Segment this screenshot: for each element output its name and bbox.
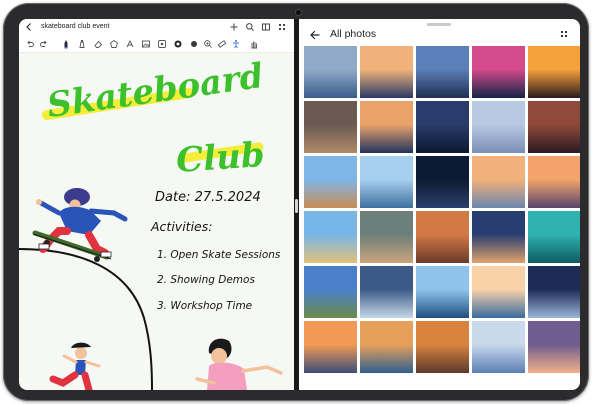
photo-thumbnail[interactable] <box>416 321 469 373</box>
gallery-pane: All photos <box>299 19 580 390</box>
photo-thumbnail[interactable] <box>360 46 413 98</box>
photo-thumbnail[interactable] <box>528 101 580 153</box>
tablet-frame: skateboard club event Skateboard Club Da… <box>3 3 589 401</box>
photo-thumbnail[interactable] <box>528 266 580 318</box>
marker-icon[interactable] <box>77 39 87 49</box>
photo-thumbnail[interactable] <box>416 266 469 318</box>
color-icon[interactable] <box>173 39 183 49</box>
layout-icon[interactable] <box>261 22 271 32</box>
photo-thumbnail[interactable] <box>360 101 413 153</box>
runner-illustration <box>49 342 101 390</box>
photo-thumbnail[interactable] <box>528 321 580 373</box>
zoom-icon[interactable] <box>203 39 213 49</box>
photo-thumbnail[interactable] <box>472 156 525 208</box>
redo-icon[interactable] <box>39 39 49 49</box>
photo-thumbnail[interactable] <box>416 46 469 98</box>
note-title: skateboard club event <box>41 23 110 30</box>
photo-grid <box>299 46 580 390</box>
heading-skateboard: Skateboard <box>45 56 266 126</box>
photo-thumbnail[interactable] <box>472 211 525 263</box>
date-line: Date: 27.5.2024 <box>155 190 261 205</box>
search-icon[interactable] <box>245 22 255 32</box>
notes-header: skateboard club event <box>19 19 294 36</box>
screen: skateboard club event Skateboard Club Da… <box>19 19 580 390</box>
photo-thumbnail[interactable] <box>304 101 357 153</box>
activities-label: Activities: <box>150 219 212 234</box>
undo-icon[interactable] <box>25 39 35 49</box>
note-canvas[interactable]: Skateboard Club Date: 27.5.2024 Activiti… <box>19 53 294 390</box>
photo-thumbnail[interactable] <box>304 321 357 373</box>
lasso-icon[interactable] <box>109 39 119 49</box>
album-title: All photos <box>330 28 377 40</box>
photo-thumbnail[interactable] <box>360 266 413 318</box>
photo-thumbnail[interactable] <box>472 321 525 373</box>
image-icon[interactable] <box>141 39 151 49</box>
accessibility-icon[interactable] <box>231 39 241 49</box>
palm-icon[interactable] <box>249 39 259 49</box>
more-icon[interactable] <box>277 22 287 32</box>
photo-thumbnail[interactable] <box>304 46 357 98</box>
photo-thumbnail[interactable] <box>472 101 525 153</box>
ruler-icon[interactable] <box>217 39 227 49</box>
photo-thumbnail[interactable] <box>416 101 469 153</box>
photo-thumbnail[interactable] <box>416 211 469 263</box>
photo-thumbnail[interactable] <box>360 321 413 373</box>
back-icon[interactable] <box>309 29 321 41</box>
add-icon[interactable] <box>229 22 239 32</box>
photo-thumbnail[interactable] <box>304 211 357 263</box>
sitter-illustration <box>195 338 283 390</box>
activity-item-3: 3. Workshop Time <box>157 300 252 312</box>
photo-thumbnail[interactable] <box>528 211 580 263</box>
shape-icon[interactable] <box>125 39 135 49</box>
notes-pane: skateboard club event Skateboard Club Da… <box>19 19 294 390</box>
photo-thumbnail[interactable] <box>528 156 580 208</box>
more-icon[interactable] <box>559 29 569 39</box>
sticker-icon[interactable] <box>157 39 167 49</box>
photo-thumbnail[interactable] <box>472 266 525 318</box>
heading-club: Club <box>175 135 266 181</box>
stroke-icon[interactable] <box>189 39 199 49</box>
ramp-line <box>19 248 153 390</box>
front-camera <box>296 10 301 15</box>
back-icon[interactable] <box>24 22 34 32</box>
window-grip[interactable] <box>427 23 451 26</box>
activity-item-1: 1. Open Skate Sessions <box>157 249 281 261</box>
photo-thumbnail[interactable] <box>360 211 413 263</box>
photo-thumbnail[interactable] <box>360 156 413 208</box>
activity-item-2: 2. Showing Demos <box>157 274 255 286</box>
pen-icon[interactable] <box>61 39 71 49</box>
split-handle[interactable] <box>295 199 298 213</box>
photo-thumbnail[interactable] <box>472 46 525 98</box>
photo-thumbnail[interactable] <box>416 156 469 208</box>
eraser-icon[interactable] <box>93 39 103 49</box>
photo-thumbnail[interactable] <box>304 266 357 318</box>
photo-thumbnail[interactable] <box>528 46 580 98</box>
photo-thumbnail[interactable] <box>304 156 357 208</box>
drawing-toolbar <box>19 36 294 53</box>
